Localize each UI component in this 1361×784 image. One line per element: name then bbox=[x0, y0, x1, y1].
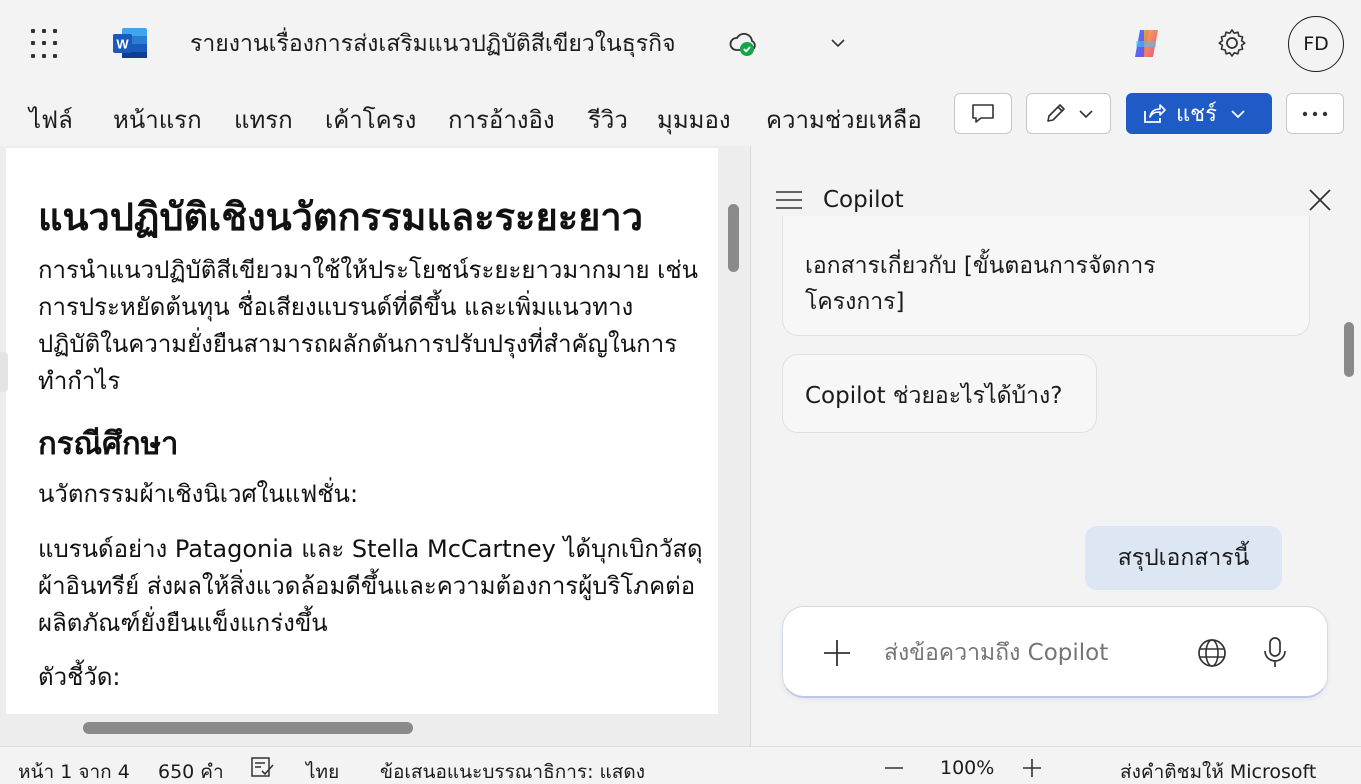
ribbon: ไฟล์ หน้าแรก แทรก เค้าโครง การอ้างอิง รี… bbox=[0, 88, 1361, 146]
pencil-icon bbox=[1046, 103, 1065, 122]
navigation-pane-handle[interactable] bbox=[0, 352, 8, 392]
menu-file[interactable]: ไฟล์ bbox=[29, 100, 73, 139]
hamburger-menu-icon[interactable] bbox=[775, 190, 803, 210]
app-launcher-icon[interactable] bbox=[31, 29, 61, 59]
paragraph-line: ปฏิบัติในความยั่งยืนสามารถผลักดันการปรับ… bbox=[38, 330, 678, 358]
feedback-link[interactable]: ส่งคำติชมให้ Microsoft bbox=[1120, 757, 1316, 784]
more-options-button[interactable] bbox=[1286, 93, 1344, 134]
menu-review[interactable]: รีวิว bbox=[588, 100, 628, 139]
avatar[interactable]: FD bbox=[1288, 16, 1344, 72]
paragraph-line: แบรนด์อย่าง Patagonia และ Stella McCartn… bbox=[38, 535, 703, 563]
copilot-message-line: เอกสารเกี่ยวกับ [ขั้นตอนการจัดการ bbox=[805, 253, 1156, 279]
zoom-level[interactable]: 100% bbox=[940, 757, 994, 779]
subheading-eco-fabric: นวัตกรรมผ้าเชิงนิเวศในแฟชั่น: bbox=[38, 480, 359, 508]
copilot-message: เอกสารเกี่ยวกับ [ขั้นตอนการจัดการ โครงกา… bbox=[782, 216, 1310, 336]
share-icon bbox=[1144, 103, 1166, 123]
menu-home[interactable]: หน้าแรก bbox=[113, 100, 202, 139]
metrics-label: ตัวชี้วัด: bbox=[38, 663, 121, 691]
comments-button[interactable] bbox=[954, 93, 1012, 134]
word-logo-letter: W bbox=[116, 37, 129, 52]
title-bar: W รายงานเรื่องการส่งเสริมแนวปฏิบัติสีเขี… bbox=[0, 0, 1361, 88]
copilot-message-line: โครงการ] bbox=[805, 289, 905, 315]
paragraph-line: ผ้าอินทรีย์ ส่งผลให้สิ่งแวดล้อมดีขึ้นและ… bbox=[38, 572, 696, 600]
chevron-down-icon[interactable] bbox=[829, 36, 847, 50]
word-logo-icon[interactable]: W bbox=[112, 26, 149, 60]
document-horizontal-scrollbar[interactable] bbox=[83, 722, 413, 734]
menu-layout[interactable]: เค้าโครง bbox=[325, 100, 416, 139]
document-page[interactable]: แนวปฏิบัติเชิงนวัตกรรมและระยะยาว การนำแน… bbox=[6, 148, 718, 714]
copilot-title: Copilot bbox=[823, 187, 904, 213]
paragraph-line: ผลิตภัณฑ์ยั่งยืนแข็งแกร่งขึ้น bbox=[38, 609, 328, 637]
paragraph-line: ทำกำไร bbox=[38, 367, 121, 395]
chevron-down-icon bbox=[1231, 109, 1245, 118]
page-count[interactable]: หน้า 1 จาก 4 bbox=[18, 757, 130, 784]
copilot-pane: Copilot เอกสารเกี่ยวกับ [ขั้นตอนการจัดกา… bbox=[751, 146, 1361, 746]
document-canvas: แนวปฏิบัติเชิงนวัตกรรมและระยะยาว การนำแน… bbox=[0, 146, 750, 746]
document-title[interactable]: รายงานเรื่องการส่งเสริมแนวปฏิบัติสีเขียว… bbox=[190, 26, 676, 62]
share-label: แชร์ bbox=[1176, 102, 1217, 127]
comment-icon bbox=[972, 103, 994, 123]
close-icon[interactable] bbox=[1308, 188, 1332, 212]
zoom-in-icon[interactable] bbox=[1022, 758, 1042, 778]
chevron-down-icon bbox=[1078, 109, 1093, 118]
copilot-suggestion[interactable]: Copilot ช่วยอะไรได้บ้าง? bbox=[782, 354, 1097, 433]
user-message: สรุปเอกสารนี้ bbox=[1085, 526, 1282, 590]
paragraph-line: การประหยัดต้นทุน ชื่อเสียงแบรนด์ที่ดีขึ้… bbox=[38, 293, 634, 321]
microphone-icon[interactable] bbox=[1261, 636, 1289, 670]
plus-icon[interactable] bbox=[823, 639, 851, 667]
globe-icon[interactable] bbox=[1196, 637, 1228, 669]
status-bar: หน้า 1 จาก 4 650 คำ ไทย ข้อเสนอแนะบรรณาธ… bbox=[0, 746, 1361, 784]
editing-mode-button[interactable] bbox=[1026, 93, 1111, 134]
language-indicator[interactable]: ไทย bbox=[306, 757, 339, 784]
copilot-composer bbox=[782, 606, 1328, 698]
proofing-icon[interactable] bbox=[250, 756, 276, 778]
heading-case-study: กรณีศึกษา bbox=[38, 426, 179, 462]
editor-suggestions[interactable]: ข้อเสนอแนะบรรณาธิการ: แสดง bbox=[380, 757, 645, 784]
zoom-out-icon[interactable] bbox=[884, 766, 904, 770]
copilot-message-input[interactable] bbox=[884, 640, 1174, 666]
cloud-saved-icon[interactable] bbox=[728, 30, 758, 58]
document-vertical-scrollbar[interactable] bbox=[728, 204, 739, 272]
share-button[interactable]: แชร์ bbox=[1126, 93, 1272, 134]
ellipsis-icon bbox=[1302, 111, 1328, 116]
copilot-logo-icon[interactable] bbox=[1130, 27, 1163, 60]
menu-view[interactable]: มุมมอง bbox=[657, 100, 731, 139]
menu-help[interactable]: ความช่วยเหลือ bbox=[766, 100, 922, 139]
menu-references[interactable]: การอ้างอิง bbox=[448, 100, 555, 139]
gear-icon[interactable] bbox=[1215, 26, 1249, 60]
menu-insert[interactable]: แทรก bbox=[234, 100, 293, 139]
copilot-scrollbar[interactable] bbox=[1344, 322, 1354, 377]
heading-innovative-practices: แนวปฏิบัติเชิงนวัตกรรมและระยะยาว bbox=[38, 195, 644, 239]
paragraph-line: การนำแนวปฏิบัติสีเขียวมาใช้ให้ประโยชน์ระ… bbox=[38, 256, 699, 284]
word-count[interactable]: 650 คำ bbox=[158, 757, 224, 784]
